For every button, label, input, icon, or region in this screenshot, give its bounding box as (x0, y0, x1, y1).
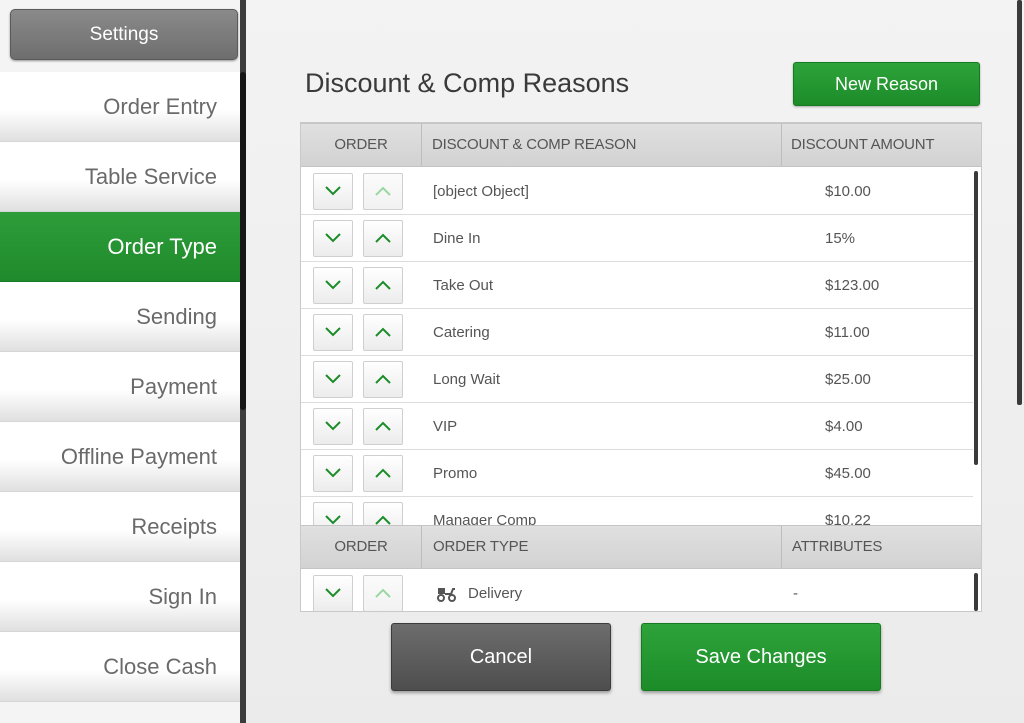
discount-amount: $4.00 (825, 418, 863, 435)
column-header-order-type: ORDER TYPE (433, 538, 529, 555)
settings-button[interactable]: Settings (10, 9, 238, 60)
move-up-button[interactable] (363, 267, 403, 304)
chevron-down-icon (325, 421, 341, 431)
discount-amount: $11.00 (825, 324, 870, 341)
order-type-table-header: ORDER ORDER TYPE ATTRIBUTES (301, 525, 981, 569)
sidebar-item-offline-payment[interactable]: Offline Payment (0, 422, 240, 492)
move-down-button[interactable] (313, 575, 353, 611)
chevron-up-icon (375, 515, 391, 525)
reason-name: Promo (433, 465, 478, 482)
column-divider (421, 124, 422, 166)
discount-table-header: ORDER DISCOUNT & COMP REASON DISCOUNT AM… (301, 123, 981, 167)
order-type-attributes: - (793, 585, 798, 602)
reason-name: [object Object] (433, 183, 529, 200)
discount-amount: $123.00 (825, 277, 880, 294)
table-row[interactable]: [object Object] $10.00 (301, 168, 973, 215)
sidebar-item-close-cash[interactable]: Close Cash (0, 632, 240, 702)
column-divider (781, 526, 782, 568)
column-header-amount: DISCOUNT AMOUNT (791, 136, 935, 153)
sidebar-item-order-entry[interactable]: Order Entry (0, 72, 240, 142)
reasons-table: ORDER DISCOUNT & COMP REASON DISCOUNT AM… (300, 122, 982, 612)
delivery-scooter-icon (437, 588, 456, 602)
sidebar-item-order-type[interactable]: Order Type (0, 212, 240, 282)
sidebar-item-table-service[interactable]: Table Service (0, 142, 240, 212)
reason-name: Dine In (433, 230, 481, 247)
chevron-up-icon (375, 233, 391, 243)
discount-amount: 15% (825, 230, 856, 247)
chevron-up-icon (375, 280, 391, 290)
column-divider (781, 124, 782, 166)
column-header-attributes: ATTRIBUTES (792, 538, 883, 555)
column-header-order: ORDER (334, 538, 388, 555)
new-reason-button[interactable]: New Reason (793, 62, 980, 106)
move-up-button[interactable] (363, 314, 403, 351)
table-row[interactable]: Dine In 15% (301, 215, 973, 262)
reason-name: Catering (433, 324, 490, 341)
sidebar-item-sending[interactable]: Sending (0, 282, 240, 352)
cancel-button[interactable]: Cancel (391, 623, 611, 691)
order-type-table-scrollbar[interactable] (974, 573, 978, 611)
chevron-down-icon (325, 327, 341, 337)
move-up-button[interactable] (363, 220, 403, 257)
order-type-name: Delivery (468, 585, 523, 602)
move-up-button[interactable] (363, 455, 403, 492)
discount-amount: $45.00 (825, 465, 871, 482)
move-down-button[interactable] (313, 220, 353, 257)
sidebar-item-sign-in[interactable]: Sign In (0, 562, 240, 632)
move-up-button[interactable] (363, 408, 403, 445)
chevron-up-icon (375, 186, 391, 196)
column-header-reason: DISCOUNT & COMP REASON (432, 136, 637, 153)
discount-amount: $25.00 (825, 371, 871, 388)
move-down-button[interactable] (313, 455, 353, 492)
chevron-up-icon (375, 468, 391, 478)
move-down-button[interactable] (313, 267, 353, 304)
chevron-down-icon (325, 468, 341, 478)
discount-amount: $10.00 (825, 183, 871, 200)
chevron-down-icon (325, 233, 341, 243)
table-row[interactable]: Catering $11.00 (301, 309, 973, 356)
table-row[interactable]: Long Wait $25.00 (301, 356, 973, 403)
column-header-order: ORDER (334, 136, 388, 153)
move-down-button[interactable] (313, 314, 353, 351)
page-title: Discount & Comp Reasons (305, 68, 630, 98)
reason-name: Long Wait (433, 371, 500, 388)
chevron-up-icon (375, 374, 391, 384)
move-down-button[interactable] (313, 408, 353, 445)
sidebar-item-receipts[interactable]: Receipts (0, 492, 240, 562)
reason-name: VIP (433, 418, 458, 435)
chevron-up-icon (375, 588, 391, 598)
chevron-up-icon (375, 421, 391, 431)
column-divider (421, 526, 422, 568)
chevron-down-icon (325, 588, 341, 598)
chevron-down-icon (325, 280, 341, 290)
table-row[interactable]: Promo $45.00 (301, 450, 973, 497)
discount-table-scrollbar[interactable] (974, 171, 978, 465)
table-row[interactable]: VIP $4.00 (301, 403, 973, 450)
chevron-up-icon (375, 327, 391, 337)
move-up-button[interactable] (363, 173, 403, 210)
sidebar-item-payment[interactable]: Payment (0, 352, 240, 422)
move-up-button[interactable] (363, 575, 403, 611)
page-scrollbar[interactable] (1017, 0, 1022, 405)
table-row[interactable]: Delivery - (301, 570, 973, 611)
chevron-down-icon (325, 186, 341, 196)
chevron-down-icon (325, 515, 341, 525)
move-up-button[interactable] (363, 361, 403, 398)
move-down-button[interactable] (313, 173, 353, 210)
table-row[interactable]: Take Out $123.00 (301, 262, 973, 309)
save-changes-button[interactable]: Save Changes (641, 623, 881, 691)
settings-sidebar: Settings Order Entry Table Service Order… (0, 0, 240, 723)
chevron-down-icon (325, 374, 341, 384)
reason-name: Take Out (433, 277, 494, 294)
move-down-button[interactable] (313, 361, 353, 398)
